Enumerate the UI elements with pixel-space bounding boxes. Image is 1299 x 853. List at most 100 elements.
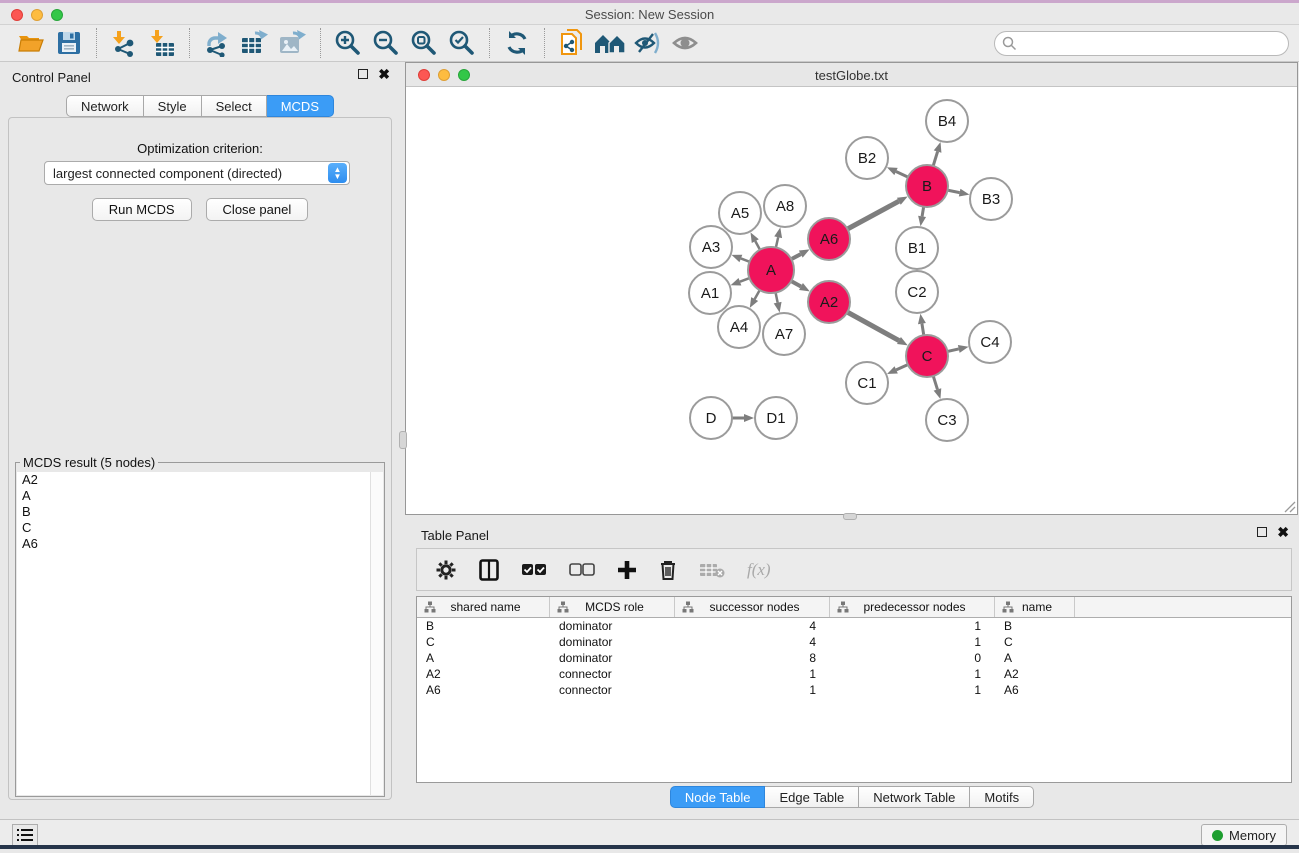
- table-row[interactable]: Adominator80A: [417, 650, 1291, 666]
- import-network-icon[interactable]: [105, 27, 143, 59]
- task-history-button[interactable]: [12, 824, 38, 846]
- toolbar-separator: [544, 28, 545, 58]
- function-builder-icon[interactable]: f(x): [747, 560, 771, 580]
- table-settings-gear-icon[interactable]: [435, 559, 457, 581]
- search-icon: [1002, 36, 1017, 51]
- cell-MCDS-role[interactable]: dominator: [550, 634, 675, 650]
- cell-successor-nodes[interactable]: 8: [675, 650, 830, 666]
- cell-name[interactable]: A2: [995, 666, 1075, 682]
- select-all-columns-icon[interactable]: [521, 563, 547, 577]
- zoom-out-icon[interactable]: [367, 27, 405, 59]
- cell-shared-name[interactable]: A2: [417, 666, 550, 682]
- column-header-predecessor-nodes[interactable]: predecessor nodes: [830, 597, 995, 617]
- import-table-icon[interactable]: [143, 27, 181, 59]
- vertical-splitter-handle[interactable]: [399, 431, 407, 449]
- cell-predecessor-nodes[interactable]: 1: [830, 618, 995, 634]
- cell-MCDS-role[interactable]: connector: [550, 666, 675, 682]
- close-panel-button[interactable]: Close panel: [206, 198, 309, 221]
- result-item[interactable]: C: [17, 520, 383, 536]
- save-session-icon[interactable]: [50, 27, 88, 59]
- cell-successor-nodes[interactable]: 4: [675, 634, 830, 650]
- tab-motifs[interactable]: Motifs: [970, 786, 1034, 808]
- cell-name[interactable]: A6: [995, 682, 1075, 698]
- node-label-C: C: [922, 348, 933, 365]
- close-panel-icon[interactable]: ✖: [378, 69, 390, 79]
- delete-column-icon[interactable]: [659, 559, 677, 581]
- tab-edge-table[interactable]: Edge Table: [765, 786, 859, 808]
- column-header-name[interactable]: name: [995, 597, 1075, 617]
- export-image-icon[interactable]: [274, 27, 312, 59]
- column-header-shared-name[interactable]: shared name: [417, 597, 550, 617]
- zoom-in-icon[interactable]: [329, 27, 367, 59]
- table-row[interactable]: A2connector11A2: [417, 666, 1291, 682]
- node-label-B4: B4: [938, 113, 956, 130]
- float-panel-icon[interactable]: [358, 69, 368, 79]
- cell-predecessor-nodes[interactable]: 1: [830, 682, 995, 698]
- cell-name[interactable]: B: [995, 618, 1075, 634]
- table-row[interactable]: A6connector11A6: [417, 682, 1291, 698]
- toolbar-separator: [320, 28, 321, 58]
- zoom-selected-icon[interactable]: [443, 27, 481, 59]
- create-column-icon[interactable]: [617, 560, 637, 580]
- cell-MCDS-role[interactable]: dominator: [550, 618, 675, 634]
- result-item[interactable]: B: [17, 504, 383, 520]
- result-item[interactable]: A: [17, 488, 383, 504]
- cell-predecessor-nodes[interactable]: 1: [830, 666, 995, 682]
- node-label-A6: A6: [820, 231, 838, 248]
- delete-table-icon[interactable]: [699, 562, 725, 578]
- table-body: Bdominator41BCdominator41CAdominator80AA…: [417, 618, 1291, 698]
- first-neighbors-icon[interactable]: [591, 27, 629, 59]
- cell-MCDS-role[interactable]: dominator: [550, 650, 675, 666]
- column-type-icon: [557, 601, 569, 613]
- cell-MCDS-role[interactable]: connector: [550, 682, 675, 698]
- show-columns-icon[interactable]: [479, 559, 499, 581]
- cell-shared-name[interactable]: A: [417, 650, 550, 666]
- cell-shared-name[interactable]: A6: [417, 682, 550, 698]
- close-table-panel-icon[interactable]: ✖: [1277, 527, 1289, 537]
- window-titlebar: Session: New Session: [0, 3, 1299, 25]
- node-label-A5: A5: [731, 205, 749, 222]
- cell-predecessor-nodes[interactable]: 0: [830, 650, 995, 666]
- resize-grip-icon[interactable]: [1282, 499, 1296, 513]
- export-table-icon[interactable]: [236, 27, 274, 59]
- tab-style[interactable]: Style: [144, 95, 202, 117]
- result-scrollbar[interactable]: [370, 472, 383, 795]
- export-network-icon[interactable]: [198, 27, 236, 59]
- tab-node-table[interactable]: Node Table: [670, 786, 766, 808]
- memory-button[interactable]: Memory: [1201, 824, 1287, 846]
- cell-name[interactable]: C: [995, 634, 1075, 650]
- float-table-panel-icon[interactable]: [1257, 527, 1267, 537]
- cell-successor-nodes[interactable]: 4: [675, 618, 830, 634]
- tab-select[interactable]: Select: [202, 95, 267, 117]
- show-all-icon[interactable]: [667, 27, 705, 59]
- cell-predecessor-nodes[interactable]: 1: [830, 634, 995, 650]
- search-input[interactable]: [994, 31, 1289, 56]
- refresh-icon[interactable]: [498, 27, 536, 59]
- network-canvas[interactable]: B4B2BB3A8A5A6A3B1AA1C2A2A4A7C4CC1DD1C3: [406, 88, 1297, 514]
- zoom-fit-icon[interactable]: [405, 27, 443, 59]
- cell-successor-nodes[interactable]: 1: [675, 666, 830, 682]
- cell-shared-name[interactable]: C: [417, 634, 550, 650]
- network-window-titlebar: testGlobe.txt: [406, 63, 1297, 87]
- control-panel: Control Panel ✖ NetworkStyleSelectMCDS O…: [0, 62, 400, 819]
- result-item[interactable]: A6: [17, 536, 383, 552]
- column-header-MCDS-role[interactable]: MCDS role: [550, 597, 675, 617]
- run-mcds-button[interactable]: Run MCDS: [92, 198, 192, 221]
- tab-mcds[interactable]: MCDS: [267, 95, 334, 117]
- horizontal-splitter-handle[interactable]: [843, 513, 857, 520]
- table-row[interactable]: Cdominator41C: [417, 634, 1291, 650]
- cell-name[interactable]: A: [995, 650, 1075, 666]
- tab-network-table[interactable]: Network Table: [859, 786, 970, 808]
- result-item[interactable]: A2: [17, 472, 383, 488]
- hide-selected-icon[interactable]: [629, 27, 667, 59]
- column-header-successor-nodes[interactable]: successor nodes: [675, 597, 830, 617]
- table-row[interactable]: Bdominator41B: [417, 618, 1291, 634]
- deselect-all-columns-icon[interactable]: [569, 563, 595, 577]
- cell-successor-nodes[interactable]: 1: [675, 682, 830, 698]
- open-file-icon[interactable]: [12, 27, 50, 59]
- new-network-from-selection-icon[interactable]: [553, 27, 591, 59]
- optimization-select[interactable]: largest connected component (directed) ▲…: [44, 161, 350, 185]
- tab-network[interactable]: Network: [66, 95, 144, 117]
- node-label-A4: A4: [730, 319, 748, 336]
- cell-shared-name[interactable]: B: [417, 618, 550, 634]
